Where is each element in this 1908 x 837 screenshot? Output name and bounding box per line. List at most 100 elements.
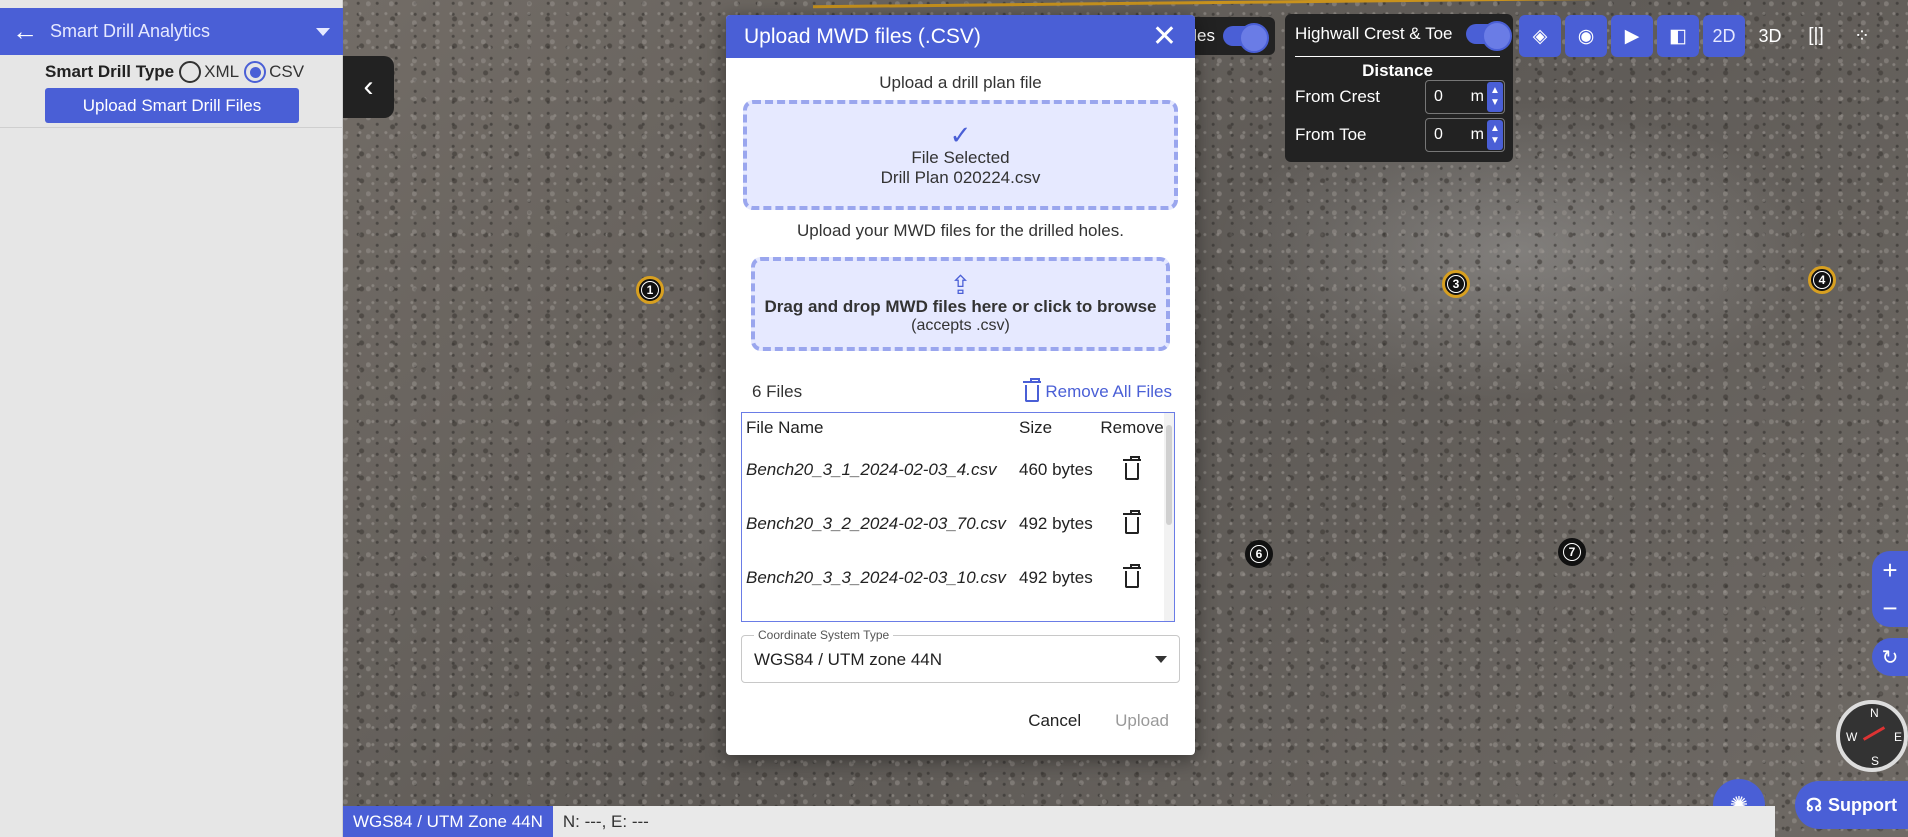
status-crs: WGS84 / UTM Zone 44N bbox=[343, 806, 553, 837]
chevron-down-icon bbox=[1155, 656, 1167, 663]
from-crest-value: 0 bbox=[1434, 88, 1443, 105]
highwall-panel: Highwall Crest & Toe Distance From Crest… bbox=[1285, 14, 1513, 162]
trash-icon bbox=[1123, 564, 1141, 588]
layers-icon[interactable]: ◈ bbox=[1519, 15, 1561, 57]
drill-plan-filename: Drill Plan 020224.csv bbox=[880, 168, 1041, 187]
radio-csv-label[interactable]: CSV bbox=[269, 62, 304, 82]
compass[interactable]: N S E W bbox=[1836, 700, 1908, 772]
minus-icon: − bbox=[1882, 592, 1898, 623]
highwall-toggle[interactable] bbox=[1466, 21, 1512, 51]
scrollbar-thumb[interactable] bbox=[1166, 425, 1172, 525]
radio-xml[interactable] bbox=[179, 61, 202, 83]
upload-smart-drill-button[interactable]: Upload Smart Drill Files bbox=[45, 88, 299, 123]
file-size: 492 bytes bbox=[1019, 568, 1093, 587]
remove-file-button[interactable] bbox=[1100, 456, 1164, 480]
smart-drill-type-label: Smart Drill Type bbox=[45, 62, 175, 81]
layer-toggle[interactable] bbox=[1223, 23, 1269, 53]
left-panel: ← Smart Drill Analytics Smart Drill Type… bbox=[0, 0, 343, 837]
file-size: 492 bytes bbox=[1019, 514, 1093, 533]
chevron-left-icon: ‹ bbox=[363, 70, 374, 103]
trash-icon bbox=[1023, 378, 1042, 402]
points-icon[interactable]: ⁘ bbox=[1841, 15, 1883, 57]
support-button[interactable]: ☊ Support bbox=[1795, 781, 1908, 829]
remove-file-button[interactable] bbox=[1100, 510, 1164, 534]
video-icon[interactable]: ▶ bbox=[1611, 15, 1653, 57]
reset-north-button[interactable]: ↻ bbox=[1872, 638, 1908, 676]
status-coords: N: ---, E: --- bbox=[552, 806, 1775, 837]
radio-csv[interactable] bbox=[244, 61, 267, 83]
panel-header: ← Smart Drill Analytics bbox=[0, 8, 343, 55]
view-3d-button[interactable]: 3D bbox=[1749, 15, 1791, 57]
check-icon: ✓ bbox=[949, 120, 972, 150]
zoom-out-button[interactable]: − bbox=[1872, 589, 1908, 627]
unit-label: m bbox=[1470, 126, 1484, 143]
file-name: Bench20_3_1_2024-02-03_4.csv bbox=[746, 460, 997, 479]
panel-title[interactable]: Smart Drill Analytics bbox=[50, 21, 303, 42]
file-size: 460 bytes bbox=[1019, 460, 1093, 479]
chevron-down-icon[interactable] bbox=[303, 27, 343, 36]
radio-xml-label[interactable]: XML bbox=[204, 62, 239, 82]
from-toe-input[interactable]: 0 m ▲ ▼ bbox=[1425, 118, 1505, 152]
drill-plan-dropzone[interactable]: ✓ File Selected Drill Plan 020224.csv bbox=[743, 100, 1178, 210]
remove-file-button[interactable] bbox=[1100, 564, 1164, 588]
collapse-panel-button[interactable]: ‹ bbox=[343, 56, 394, 118]
drill-hole-marker[interactable]: 3 bbox=[1442, 270, 1470, 298]
back-arrow-icon[interactable]: ← bbox=[0, 8, 50, 55]
remove-all-files-button[interactable]: Remove All Files bbox=[1023, 378, 1172, 402]
from-toe-row: From Toe 0 m ▲ ▼ bbox=[1295, 118, 1505, 152]
upload-icon: ⇪ bbox=[949, 270, 972, 300]
headset-icon: ☊ bbox=[1806, 794, 1822, 815]
drill-hole-marker[interactable]: 4 bbox=[1808, 266, 1836, 294]
smart-drill-type-row: Smart Drill Type XML CSV bbox=[45, 61, 306, 83]
cancel-button[interactable]: Cancel bbox=[1028, 711, 1081, 731]
from-crest-row: From Crest 0 m ▲ ▼ bbox=[1295, 80, 1505, 114]
compass-w: W bbox=[1846, 730, 1858, 744]
table-header: File Name Size Remove bbox=[742, 413, 1174, 443]
close-icon[interactable]: ✕ bbox=[1152, 21, 1177, 52]
map-toolbar: ◈ ◉ ▶ ◧ 2D 3D [|] ⁘ bbox=[1519, 14, 1908, 58]
file-count: 6 Files bbox=[752, 382, 803, 401]
rotate-icon: ↻ bbox=[1881, 646, 1899, 669]
split-view-icon[interactable]: [|] bbox=[1795, 15, 1837, 57]
table-scrollbar[interactable] bbox=[1164, 413, 1174, 621]
view-2d-button[interactable]: 2D bbox=[1703, 15, 1745, 57]
drill-hole-marker[interactable]: 7 bbox=[1558, 538, 1586, 566]
layer-label-partial: les bbox=[1193, 26, 1215, 45]
upload-mwd-modal: Upload MWD files (.CSV) ✕ Upload a drill… bbox=[726, 15, 1195, 755]
mwd-section-label: Upload your MWD files for the drilled ho… bbox=[797, 221, 1124, 240]
remove-all-label: Remove All Files bbox=[1045, 382, 1172, 401]
camera-icon[interactable]: ◉ bbox=[1565, 15, 1607, 57]
stepper-icon[interactable]: ▲ ▼ bbox=[1487, 120, 1503, 150]
stepper-icon[interactable]: ▲ ▼ bbox=[1487, 82, 1503, 112]
drill-hole-marker[interactable]: 6 bbox=[1245, 540, 1273, 568]
coordinate-system-value: WGS84 / UTM zone 44N bbox=[754, 650, 943, 669]
modal-header: Upload MWD files (.CSV) ✕ bbox=[726, 15, 1195, 58]
compass-s: S bbox=[1871, 754, 1880, 768]
compass-n: N bbox=[1870, 706, 1879, 720]
col-header-name: File Name bbox=[746, 418, 824, 437]
mwd-dropzone[interactable]: ⇪ Drag and drop MWD files here or click … bbox=[751, 257, 1170, 351]
drill-hole-marker[interactable]: 1 bbox=[636, 276, 664, 304]
compare-icon[interactable]: ◧ bbox=[1657, 15, 1699, 57]
from-crest-input[interactable]: 0 m ▲ ▼ bbox=[1425, 80, 1505, 114]
from-toe-label: From Toe bbox=[1295, 125, 1367, 144]
support-label: Support bbox=[1828, 794, 1897, 815]
status-bar: WGS84 / UTM Zone 44N N: ---, E: --- bbox=[343, 806, 1775, 837]
dropzone-accepts: (accepts .csv) bbox=[911, 317, 1010, 334]
zoom-in-button[interactable]: + bbox=[1872, 551, 1908, 589]
trash-icon bbox=[1123, 456, 1141, 480]
highwall-label: Highwall Crest & Toe bbox=[1295, 24, 1453, 43]
col-header-size: Size bbox=[1019, 418, 1053, 437]
unit-label: m bbox=[1470, 88, 1484, 105]
coordinate-system-select[interactable]: Coordinate System Type WGS84 / UTM zone … bbox=[741, 628, 1180, 683]
file-selected-text: File Selected bbox=[911, 148, 1010, 167]
coordinate-system-legend: Coordinate System Type bbox=[754, 628, 894, 642]
from-toe-value: 0 bbox=[1434, 126, 1443, 143]
compass-e: E bbox=[1894, 730, 1903, 744]
table-row: Bench20_3_1_2024-02-03_4.csv 460 bytes bbox=[742, 443, 1174, 497]
drill-plan-section-label: Upload a drill plan file bbox=[879, 73, 1042, 92]
highwall-row: Highwall Crest & Toe bbox=[1295, 21, 1512, 51]
upload-button[interactable]: Upload bbox=[1115, 711, 1169, 731]
trash-icon bbox=[1123, 510, 1141, 534]
col-header-remove: Remove bbox=[1100, 418, 1164, 437]
